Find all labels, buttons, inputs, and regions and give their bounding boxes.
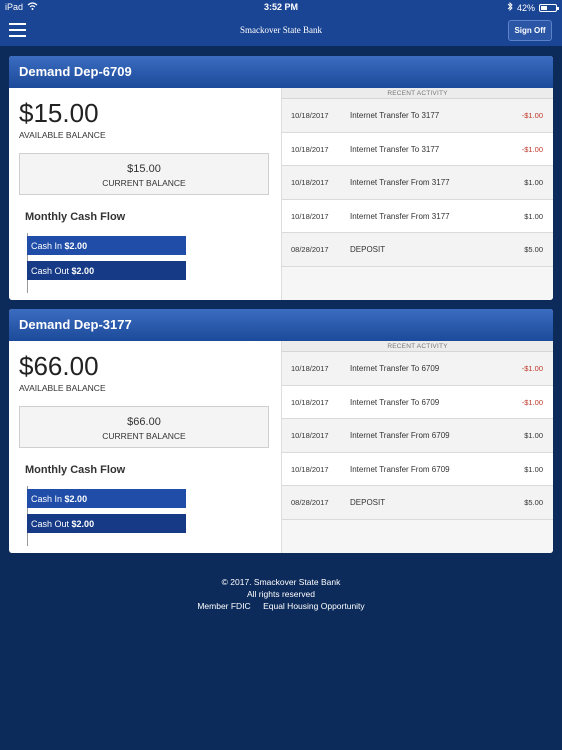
cash-in-bar: Cash In $2.00 xyxy=(27,236,186,255)
transaction-description: Internet Transfer To 6709 xyxy=(350,364,440,373)
transaction-date: 10/18/2017 xyxy=(291,464,329,474)
cash-flow-title: Monthly Cash Flow xyxy=(25,211,126,223)
battery-percent: 42% xyxy=(516,2,535,13)
cash-in-bar: Cash In $2.00 xyxy=(27,489,186,508)
transaction-description: Internet Transfer To 3177 xyxy=(350,144,440,154)
transaction-row[interactable]: 10/18/2017 Internet Transfer To 6709 -$1.0… xyxy=(282,385,553,420)
status-time: 3:52 PM xyxy=(263,2,298,12)
transaction-date: 10/18/2017 xyxy=(291,144,329,154)
transaction-amount: $5.00 xyxy=(524,498,543,508)
current-balance-box: $15.00 CURRENT BALANCE xyxy=(19,153,269,195)
transaction-date: 10/18/2017 xyxy=(291,364,329,373)
cash-out-bar: Cash Out $2.00 xyxy=(27,514,186,533)
copyright-text: © 2017. Smackover State Bank xyxy=(221,577,341,587)
account-card: Demand Dep-6709 $15.00 AVAILABLE BALANCE… xyxy=(9,56,553,300)
current-balance-label: CURRENT BALANCE xyxy=(102,178,186,188)
member-fdic-link[interactable]: Member FDIC xyxy=(197,601,250,611)
transaction-row[interactable]: 08/28/2017 DEPOSIT $5.00 xyxy=(282,233,553,267)
cash-out-value: $2.00 xyxy=(71,266,95,276)
cash-out-label: Cash Out xyxy=(31,519,70,529)
transaction-row[interactable]: 10/18/2017 Internet Transfer To 6709 -$1.0… xyxy=(282,352,553,386)
current-balance-box: $66.00 CURRENT BALANCE xyxy=(19,406,269,448)
transaction-amount: -$1.00 xyxy=(521,144,543,154)
available-balance-label: AVAILABLE BALANCE xyxy=(19,130,106,140)
transaction-description: Internet Transfer To 3177 xyxy=(350,111,440,120)
bluetooth-icon xyxy=(507,1,513,13)
cash-out-value: $2.00 xyxy=(71,519,95,529)
cash-in-value: $2.00 xyxy=(64,494,88,504)
account-title[interactable]: Demand Dep-6709 xyxy=(9,56,553,88)
transaction-description: Internet Transfer To 6709 xyxy=(350,397,440,407)
available-balance-label: AVAILABLE BALANCE xyxy=(19,383,106,393)
transaction-row[interactable]: 10/18/2017 Internet Transfer From 6709 $1.… xyxy=(282,452,553,487)
transaction-amount: $1.00 xyxy=(524,431,543,441)
transaction-date: 10/18/2017 xyxy=(291,431,329,441)
footer: © 2017. Smackover State Bank All rights … xyxy=(0,576,562,612)
current-balance-amount: $15.00 xyxy=(127,163,161,175)
transaction-date: 10/18/2017 xyxy=(291,178,329,188)
sign-off-button[interactable]: Sign Off xyxy=(508,20,552,41)
cash-in-label: Cash In xyxy=(31,241,63,251)
transaction-date: 10/18/2017 xyxy=(291,111,329,120)
transaction-date: 10/18/2017 xyxy=(291,397,329,407)
transaction-row[interactable]: 10/18/2017 Internet Transfer From 3177 $1.… xyxy=(282,199,553,234)
recent-activity-header: RECENT ACTIVITY xyxy=(282,341,553,352)
transaction-date: 08/28/2017 xyxy=(291,245,329,255)
current-balance-amount: $66.00 xyxy=(127,416,161,428)
recent-activity-header: RECENT ACTIVITY xyxy=(282,88,553,99)
status-bar: iPad 3:52 PM 42% xyxy=(0,0,562,16)
transaction-row[interactable]: 10/18/2017 Internet Transfer To 3177 -$1.0… xyxy=(282,132,553,167)
cash-in-label: Cash In xyxy=(31,494,63,504)
transaction-description: Internet Transfer From 6709 xyxy=(350,464,450,474)
nav-bar: Smackover State Bank Sign Off xyxy=(0,16,562,46)
transaction-amount: $1.00 xyxy=(524,211,543,221)
account-title[interactable]: Demand Dep-3177 xyxy=(9,309,553,341)
available-balance-amount: $15.00 xyxy=(19,98,99,128)
transaction-description: DEPOSIT xyxy=(350,498,386,508)
transaction-amount: -$1.00 xyxy=(521,364,543,373)
cash-in-value: $2.00 xyxy=(64,241,88,251)
rights-text: All rights reserved xyxy=(246,589,316,599)
transaction-amount: $1.00 xyxy=(524,464,543,474)
transaction-amount: $5.00 xyxy=(524,245,543,255)
current-balance-label: CURRENT BALANCE xyxy=(102,431,186,441)
transaction-date: 08/28/2017 xyxy=(291,498,329,508)
transaction-description: Internet Transfer From 6709 xyxy=(350,431,450,441)
cash-flow-title: Monthly Cash Flow xyxy=(25,464,126,476)
transaction-description: DEPOSIT xyxy=(350,245,386,255)
equal-housing-link[interactable]: Equal Housing Opportunity xyxy=(263,601,365,611)
transaction-description: Internet Transfer From 3177 xyxy=(350,211,450,221)
transaction-row[interactable]: 10/18/2017 Internet Transfer From 3177 $1.… xyxy=(282,166,553,200)
battery-icon xyxy=(539,3,559,12)
cash-out-bar: Cash Out $2.00 xyxy=(27,261,186,280)
recent-activity-panel: RECENT ACTIVITY 10/18/2017 Internet Trans… xyxy=(281,88,553,300)
account-card: Demand Dep-3177 $66.00 AVAILABLE BALANCE… xyxy=(9,309,553,553)
transaction-date: 10/18/2017 xyxy=(291,211,329,221)
transaction-row[interactable]: 10/18/2017 Internet Transfer From 6709 $1.… xyxy=(282,419,553,453)
bank-title: Smackover State Bank xyxy=(240,25,322,35)
transaction-amount: $1.00 xyxy=(524,178,543,188)
transaction-row[interactable]: 10/18/2017 Internet Transfer To 3177 -$1.0… xyxy=(282,99,553,133)
transaction-amount: -$1.00 xyxy=(521,111,543,120)
recent-activity-panel: RECENT ACTIVITY 10/18/2017 Internet Trans… xyxy=(281,341,553,553)
cash-out-label: Cash Out xyxy=(31,266,70,276)
transaction-amount: -$1.00 xyxy=(521,397,543,407)
transaction-row[interactable]: 08/28/2017 DEPOSIT $5.00 xyxy=(282,486,553,520)
transaction-description: Internet Transfer From 3177 xyxy=(350,178,450,188)
available-balance-amount: $66.00 xyxy=(19,351,99,381)
